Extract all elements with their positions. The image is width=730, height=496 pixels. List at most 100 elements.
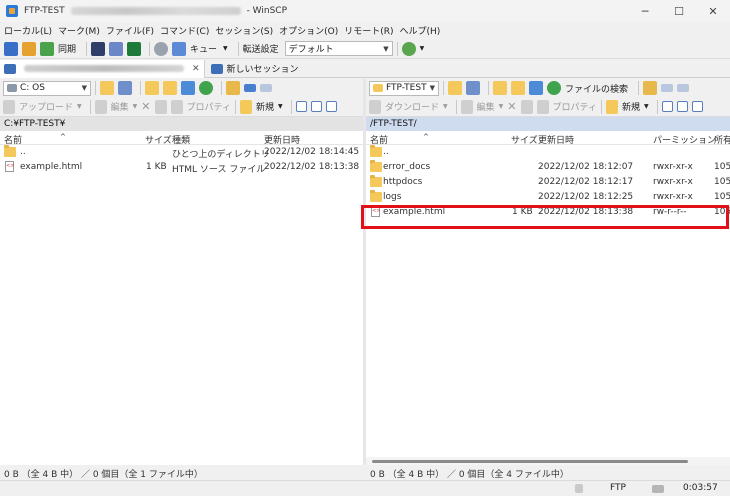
chevron-down-icon[interactable]: ▼ — [133, 103, 138, 110]
back-arrow-icon[interactable] — [661, 84, 674, 92]
edit-icon[interactable] — [94, 99, 107, 114]
upload-button[interactable]: アップロード — [19, 100, 73, 113]
back-arrow-icon[interactable] — [244, 84, 256, 92]
chevron-down-icon[interactable]: ▼ — [644, 103, 649, 110]
session-tab[interactable]: ✕ — [0, 59, 205, 78]
filter-icon[interactable] — [466, 81, 480, 95]
globe-icon[interactable] — [401, 41, 416, 56]
sync-label[interactable]: 同期 — [58, 42, 76, 55]
menu-session[interactable]: セッション(S) — [215, 24, 273, 37]
properties-button[interactable]: プロパティ — [187, 100, 231, 113]
menu-local[interactable]: ローカル(L) — [4, 24, 52, 37]
parent-folder-icon[interactable] — [145, 81, 159, 95]
elapsed-time: 0:03:57 — [683, 483, 718, 493]
close-button[interactable]: ✕ — [696, 0, 730, 22]
select-all-icon[interactable] — [661, 101, 673, 112]
remote-drive-select[interactable]: FTP-TEST ▼ — [369, 80, 439, 96]
forward-arrow-icon[interactable] — [677, 84, 690, 92]
close-tab-icon[interactable]: ✕ — [192, 64, 200, 74]
synchronize-browse-icon[interactable] — [22, 41, 36, 56]
lock-icon — [575, 484, 583, 493]
file-type: HTML ソース ファイル — [172, 165, 266, 175]
minimize-button[interactable]: ─ — [628, 0, 662, 22]
menu-help[interactable]: ヘルプ(H) — [400, 24, 441, 37]
open-folder-icon[interactable] — [100, 81, 114, 95]
putty-icon[interactable] — [109, 41, 124, 56]
file-owner: 105 — [714, 162, 730, 172]
parent-folder-icon[interactable] — [493, 81, 507, 95]
queue-button[interactable]: キュー — [190, 42, 217, 55]
remote-path-bar[interactable]: /FTP-TEST/ — [366, 117, 730, 131]
properties-icon[interactable] — [170, 99, 183, 114]
unselect-icon[interactable] — [310, 101, 322, 112]
download-button[interactable]: ダウンロード — [385, 100, 439, 113]
table-row[interactable]: httpdocs 2022/12/02 18:12:17 rwxr-xr-x 1… — [366, 175, 730, 190]
table-row[interactable]: example.html 1 KB HTML ソース ファイル 2022/12/… — [0, 160, 363, 175]
edit-icon[interactable] — [460, 99, 473, 114]
local-drive-value: C: OS — [20, 83, 45, 93]
new-button[interactable]: 新規 — [622, 100, 640, 113]
synchronize-icon[interactable] — [40, 41, 54, 56]
edit-button[interactable]: 編集 — [477, 100, 495, 113]
menu-file[interactable]: ファイル(F) — [106, 24, 154, 37]
rename-icon[interactable] — [520, 99, 533, 114]
open-folder-icon[interactable] — [448, 81, 462, 95]
preferences-icon[interactable] — [127, 41, 142, 56]
chevron-down-icon[interactable]: ▼ — [499, 103, 504, 110]
unselect-icon[interactable] — [676, 101, 688, 112]
chevron-down-icon[interactable]: ▼ — [443, 103, 448, 110]
delete-icon[interactable]: ✕ — [141, 100, 150, 113]
table-row[interactable]: .. ひとつ上のディレクトリ 2022/12/02 18:14:45 — [0, 145, 363, 160]
winscp-app-icon — [6, 5, 18, 17]
upload-icon[interactable] — [3, 99, 15, 114]
file-modified: 2022/12/02 18:12:17 — [538, 177, 634, 187]
menu-options[interactable]: オプション(O) — [279, 24, 338, 37]
scrollbar-thumb[interactable] — [372, 460, 688, 463]
maximize-button[interactable]: ☐ — [662, 0, 696, 22]
filter-mask-icon[interactable] — [691, 101, 703, 112]
home-icon[interactable] — [529, 81, 543, 95]
delete-icon[interactable]: ✕ — [507, 100, 516, 113]
menu-mark[interactable]: マーク(M) — [58, 24, 100, 37]
root-folder-icon[interactable] — [511, 81, 525, 95]
local-path-bar[interactable]: C:¥FTP-TEST¥ — [0, 117, 363, 131]
menu-command[interactable]: コマンド(C) — [160, 24, 209, 37]
local-remote-toggle-icon[interactable] — [4, 41, 18, 56]
properties-button[interactable]: プロパティ — [553, 100, 597, 113]
refresh-icon[interactable] — [199, 81, 213, 95]
edit-button[interactable]: 編集 — [111, 100, 129, 113]
chevron-down-icon[interactable]: ▼ — [420, 45, 425, 52]
root-folder-icon[interactable] — [163, 81, 177, 95]
terminal-icon[interactable] — [91, 41, 106, 56]
rename-icon[interactable] — [154, 99, 167, 114]
properties-icon[interactable] — [536, 99, 549, 114]
sort-caret-icon: ^ — [423, 133, 429, 141]
download-icon[interactable] — [369, 99, 381, 114]
local-drive-select[interactable]: C: OS ▼ — [3, 80, 91, 96]
new-session-tab[interactable]: 新しいセッション — [205, 62, 299, 75]
file-modified: 2022/12/02 18:12:07 — [538, 162, 634, 172]
queue-icon[interactable] — [172, 41, 187, 56]
table-row[interactable]: .. — [366, 145, 730, 160]
new-folder-icon[interactable] — [605, 99, 618, 114]
select-all-icon[interactable] — [295, 101, 307, 112]
chevron-down-icon[interactable]: ▼ — [223, 45, 228, 52]
table-row[interactable]: error_docs 2022/12/02 18:12:07 rwxr-xr-x… — [366, 160, 730, 175]
filter-mask-icon[interactable] — [325, 101, 337, 112]
home-icon[interactable] — [181, 81, 195, 95]
gear-icon[interactable] — [154, 41, 169, 56]
filter-icon[interactable] — [118, 81, 132, 95]
refresh-icon[interactable] — [547, 81, 561, 95]
new-folder-icon[interactable] — [239, 99, 252, 114]
horizontal-scrollbar[interactable] — [366, 457, 730, 465]
find-icon[interactable] — [643, 81, 658, 95]
table-row[interactable]: logs 2022/12/02 18:12:25 rwxr-xr-x 105 — [366, 190, 730, 205]
transfer-settings-select[interactable]: デフォルト ▼ — [284, 41, 393, 56]
menu-remote[interactable]: リモート(R) — [344, 24, 393, 37]
new-button[interactable]: 新規 — [256, 100, 274, 113]
find-icon[interactable] — [226, 81, 240, 95]
chevron-down-icon[interactable]: ▼ — [278, 103, 283, 110]
forward-arrow-icon[interactable] — [260, 84, 272, 92]
chevron-down-icon[interactable]: ▼ — [77, 103, 82, 110]
find-files-button[interactable]: ファイルの検索 — [565, 82, 628, 95]
